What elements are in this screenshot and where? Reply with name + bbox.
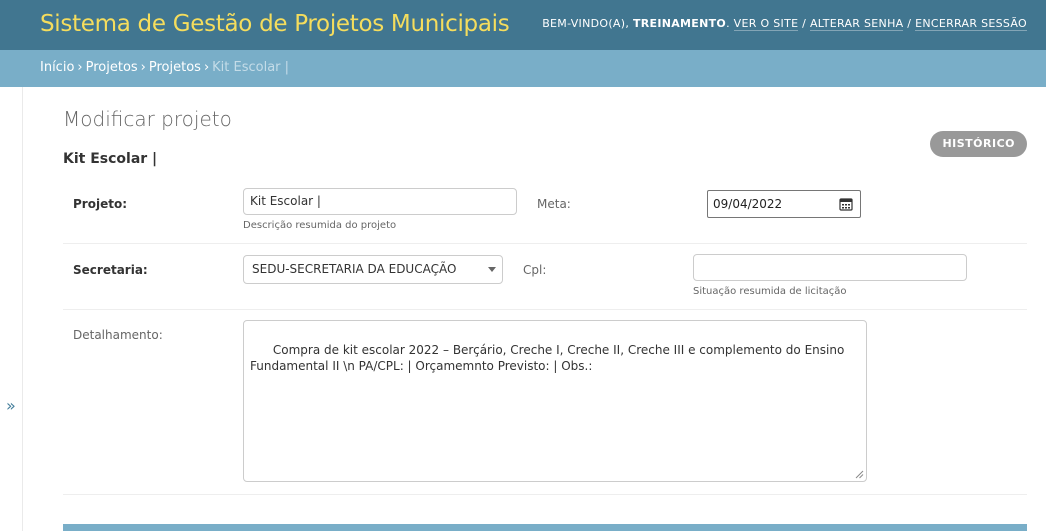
cpl-input[interactable] (693, 254, 967, 281)
logout-link[interactable]: ENCERRAR SESSÃO (915, 17, 1027, 31)
detalhamento-label: Detalhamento: (73, 328, 163, 342)
user-name: TREINAMENTO (632, 17, 727, 30)
breadcrumb-separator: › (203, 60, 210, 75)
change-password-link[interactable]: ALTERAR SENHA (809, 17, 904, 31)
resize-handle-icon[interactable] (855, 470, 864, 479)
projeto-help-text: Descrição resumida do projeto (243, 220, 397, 231)
welcome-text: BEM-VINDO(A), (542, 17, 630, 30)
sidebar-toggle[interactable]: » (0, 87, 23, 531)
submit-row (63, 524, 1027, 531)
secretaria-label: Secretaria: (73, 263, 148, 277)
object-name: Kit Escolar | (63, 151, 158, 167)
site-title[interactable]: Sistema de Gestão de Projetos Municipais (40, 11, 510, 37)
view-site-link[interactable]: VER O SITE (733, 17, 799, 31)
cpl-help-text: Situação resumida de licitação (693, 286, 847, 297)
breadcrumb-current: Kit Escolar | (212, 60, 290, 75)
secretaria-selected-value: SEDU-SECRETARIA DA EDUCAÇÃO (252, 262, 457, 276)
site-header: Sistema de Gestão de Projetos Municipais… (0, 0, 1046, 50)
breadcrumb-home-link[interactable]: Início (40, 60, 74, 75)
meta-date-value: 09/04/2022 (713, 197, 783, 211)
form-row-detalhamento: Detalhamento: Compra de kit escolar 2022… (63, 310, 1027, 495)
double-chevron-right-icon[interactable]: » (6, 398, 16, 414)
meta-label: Meta: (537, 197, 571, 211)
page-title: Modificar projeto (63, 107, 232, 131)
detalhamento-textarea[interactable]: Compra de kit escolar 2022 – Berçário, C… (243, 320, 867, 482)
secretaria-select[interactable]: SEDU-SECRETARIA DA EDUCAÇÃO (243, 255, 503, 284)
separator: / (907, 17, 912, 30)
separator: / (802, 17, 807, 30)
cpl-label: Cpl: (523, 263, 547, 277)
form-row-secretaria: Secretaria: SEDU-SECRETARIA DA EDUCAÇÃO … (63, 244, 1027, 310)
breadcrumb-separator: › (77, 60, 83, 75)
breadcrumb-separator: › (140, 60, 146, 75)
user-tools: BEM-VINDO(A), TREINAMENTO. VER O SITE / … (542, 17, 1027, 31)
history-button[interactable]: HISTÓRICO (930, 131, 1027, 157)
breadcrumb-app-link[interactable]: Projetos (86, 60, 138, 75)
breadcrumb: Início › Projetos › Projetos › Kit Escolar | (0, 50, 1046, 87)
projeto-label: Projeto: (73, 197, 127, 211)
dropdown-arrow-icon[interactable] (488, 267, 496, 272)
calendar-icon[interactable] (839, 197, 853, 211)
form-row-projeto: Projeto: Kit Escolar | Descrição resumid… (63, 177, 1027, 244)
breadcrumb-model-link[interactable]: Projetos (149, 60, 201, 75)
detalhamento-text: Compra de kit escolar 2022 – Berçário, C… (250, 343, 849, 373)
projeto-input[interactable]: Kit Escolar | (243, 188, 517, 215)
meta-date-input[interactable]: 09/04/2022 (707, 190, 861, 218)
